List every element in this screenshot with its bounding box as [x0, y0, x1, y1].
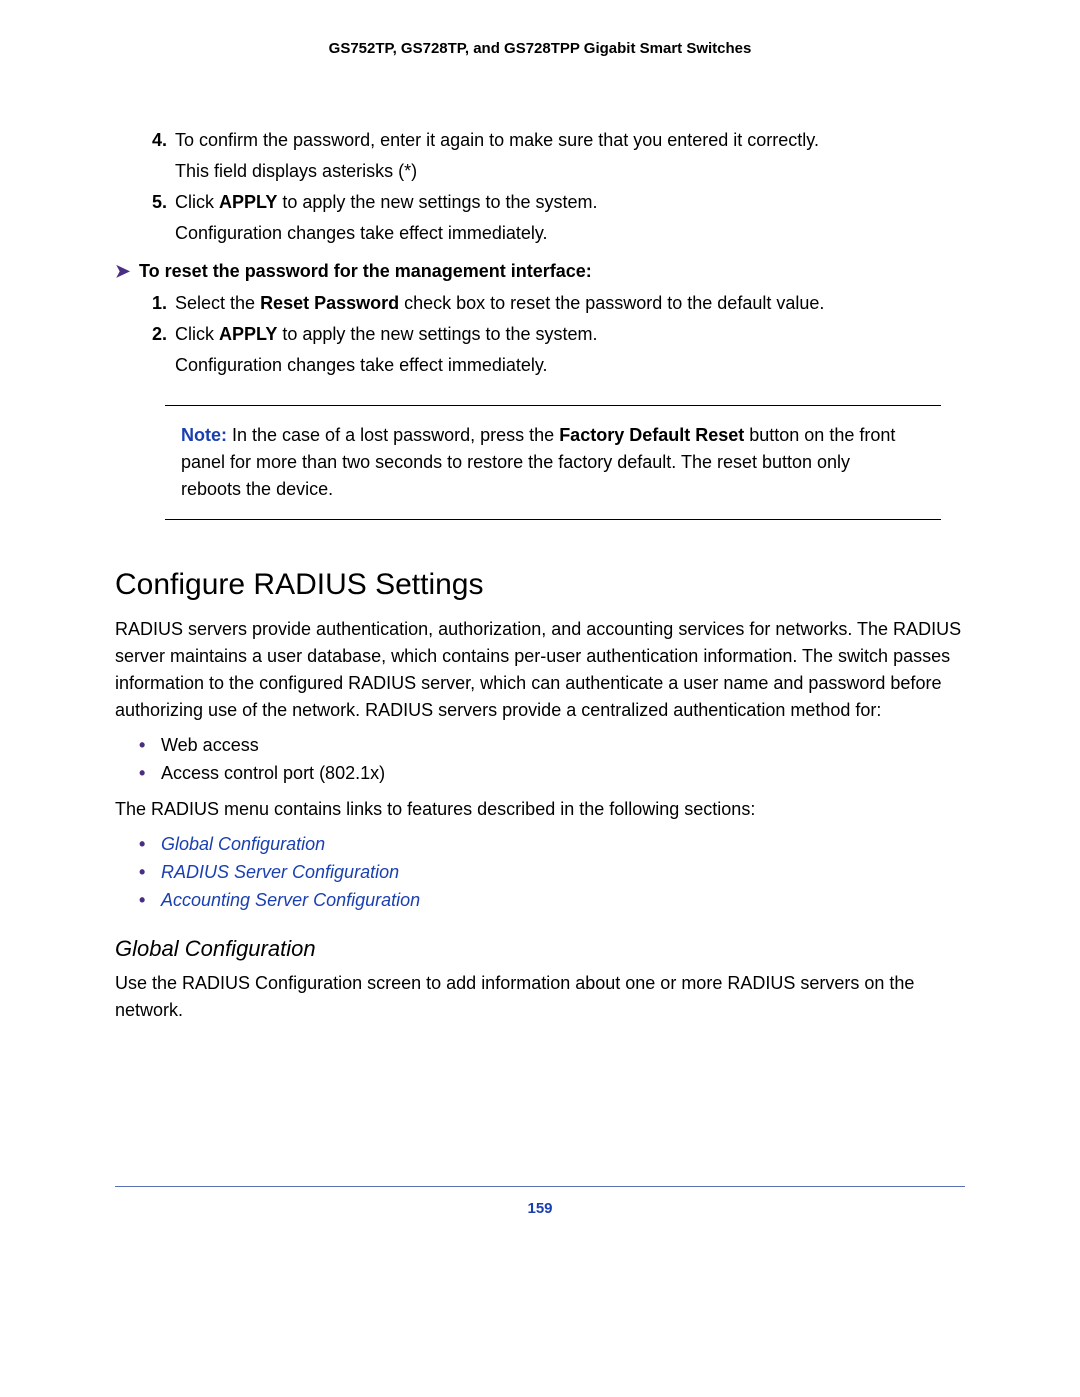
bullet-icon: •	[139, 760, 161, 788]
text: Click	[175, 192, 219, 212]
page: GS752TP, GS728TP, and GS728TPP Gigabit S…	[0, 0, 1080, 1397]
running-header: GS752TP, GS728TP, and GS728TPP Gigabit S…	[115, 40, 965, 57]
step-body: Select the Reset Password check box to r…	[175, 290, 965, 317]
text: Access control port (802.1x)	[161, 760, 385, 788]
paragraph: The RADIUS menu contains links to featur…	[115, 796, 965, 823]
list-item: • RADIUS Server Configuration	[139, 859, 965, 887]
arrow-icon: ➤	[115, 261, 139, 282]
section-heading: Configure RADIUS Settings	[115, 568, 965, 602]
note-label: Note:	[181, 425, 227, 445]
step-body: Click APPLY to apply the new settings to…	[175, 189, 965, 247]
task-heading: ➤ To reset the password for the manageme…	[115, 261, 965, 282]
task-heading-text: To reset the password for the management…	[139, 261, 592, 282]
apply-label: APPLY	[219, 192, 277, 212]
step-4: 4. To confirm the password, enter it aga…	[139, 127, 965, 185]
page-number: 159	[0, 1200, 1080, 1217]
note-box: Note: In the case of a lost password, pr…	[165, 405, 941, 520]
step-1: 1. Select the Reset Password check box t…	[139, 290, 965, 317]
text: to apply the new settings to the system.	[277, 324, 597, 344]
text: Configuration changes take effect immedi…	[175, 352, 965, 379]
text: to apply the new settings to the system.	[277, 192, 597, 212]
step-number: 2.	[139, 321, 167, 379]
text: Web access	[161, 732, 259, 760]
step-2: 2. Click APPLY to apply the new settings…	[139, 321, 965, 379]
list-item: • Global Configuration	[139, 831, 965, 859]
step-number: 4.	[139, 127, 167, 185]
text: Configuration changes take effect immedi…	[175, 220, 965, 247]
reset-password-label: Reset Password	[260, 293, 399, 313]
step-number: 5.	[139, 189, 167, 247]
list-item: • Access control port (802.1x)	[139, 760, 965, 788]
bullet-icon: •	[139, 859, 161, 887]
bullet-icon: •	[139, 732, 161, 760]
steps-group-a: 4. To confirm the password, enter it aga…	[139, 127, 965, 247]
link-accounting-server-configuration[interactable]: Accounting Server Configuration	[161, 887, 420, 915]
paragraph: RADIUS servers provide authentication, a…	[115, 616, 965, 724]
text: check box to reset the password to the d…	[399, 293, 824, 313]
step-5: 5. Click APPLY to apply the new settings…	[139, 189, 965, 247]
list-item: • Web access	[139, 732, 965, 760]
text: To confirm the password, enter it again …	[175, 130, 819, 150]
text: Click	[175, 324, 219, 344]
steps-group-b: 1. Select the Reset Password check box t…	[139, 290, 965, 379]
footer-rule	[115, 1186, 965, 1187]
bullet-icon: •	[139, 887, 161, 915]
list-item: • Accounting Server Configuration	[139, 887, 965, 915]
text: Select the	[175, 293, 260, 313]
text: This field displays asterisks (*)	[175, 158, 965, 185]
bullet-icon: •	[139, 831, 161, 859]
factory-default-reset-label: Factory Default Reset	[559, 425, 744, 445]
link-global-configuration[interactable]: Global Configuration	[161, 831, 325, 859]
link-radius-server-configuration[interactable]: RADIUS Server Configuration	[161, 859, 399, 887]
subsection-heading: Global Configuration	[115, 936, 965, 962]
step-body: Click APPLY to apply the new settings to…	[175, 321, 965, 379]
text: In the case of a lost password, press th…	[227, 425, 559, 445]
paragraph: Use the RADIUS Configuration screen to a…	[115, 970, 965, 1024]
apply-label: APPLY	[219, 324, 277, 344]
step-body: To confirm the password, enter it again …	[175, 127, 965, 185]
step-number: 1.	[139, 290, 167, 317]
